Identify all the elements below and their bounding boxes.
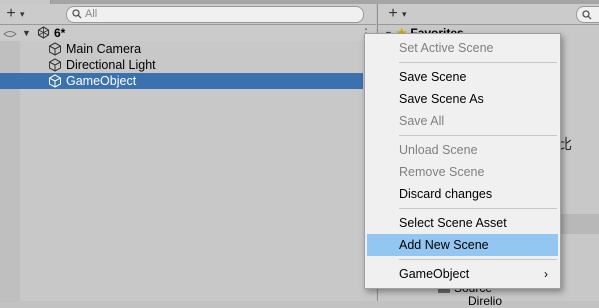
menu-item-set-active-scene[interactable]: Set Active Scene <box>367 37 558 59</box>
project-toolbar: + ▾ <box>378 4 599 25</box>
cube-icon <box>48 42 62 56</box>
scene-title: 6* <box>54 26 66 40</box>
menu-item-save-scene[interactable]: Save Scene <box>367 66 558 88</box>
scene-context-menu: Set Active Scene Save Scene Save Scene A… <box>364 33 561 289</box>
expand-arrow-icon[interactable]: ▼ <box>22 26 31 40</box>
hierarchy-item-label: Directional Light <box>66 58 156 72</box>
chevron-right-icon: › <box>544 267 548 281</box>
hierarchy-item[interactable]: Main Camera <box>0 41 363 57</box>
menu-item-save-all[interactable]: Save All <box>367 110 558 132</box>
menu-item-gameobject[interactable]: GameObject › <box>367 263 558 285</box>
chevron-down-icon[interactable]: ▾ <box>402 6 412 22</box>
menu-item-select-scene-asset[interactable]: Select Scene Asset <box>367 212 558 234</box>
search-placeholder: All <box>85 8 98 20</box>
menu-item-save-scene-as[interactable]: Save Scene As <box>367 88 558 110</box>
menu-item-gameobject-label: GameObject <box>399 267 470 281</box>
cube-icon <box>48 74 62 88</box>
scene-visibility-icons <box>3 28 17 38</box>
hierarchy-toolbar: + ▾ All <box>0 4 376 25</box>
chevron-down-icon[interactable]: ▾ <box>20 6 30 22</box>
project-search-input[interactable] <box>576 6 599 23</box>
hierarchy-item-label: Main Camera <box>66 42 142 56</box>
menu-item-add-new-scene[interactable]: Add New Scene <box>367 234 558 256</box>
menu-item-remove-scene[interactable]: Remove Scene <box>367 161 558 183</box>
hierarchy-item-selected[interactable]: GameObject <box>0 73 363 89</box>
cube-icon <box>48 58 62 72</box>
hierarchy-item-label: GameObject <box>66 74 137 88</box>
scene-header[interactable]: ▼ 6* ⋮ <box>0 25 376 41</box>
search-icon <box>582 9 592 23</box>
menu-separator <box>399 259 557 260</box>
hierarchy-panel: + ▾ All ▼ 6* ⋮ Main Camera Directional L… <box>0 4 376 301</box>
menu-separator <box>399 62 557 63</box>
menu-separator <box>399 135 557 136</box>
create-button[interactable]: + <box>382 6 404 22</box>
hierarchy-search-input[interactable]: All <box>66 6 364 23</box>
folder-child[interactable]: Direlio <box>468 295 502 307</box>
menu-separator <box>399 208 557 209</box>
folder-child-label: Direlio <box>468 294 503 308</box>
menu-item-unload-scene[interactable]: Unload Scene <box>367 139 558 161</box>
unity-scene-icon <box>36 26 50 40</box>
menu-item-discard-changes[interactable]: Discard changes <box>367 183 558 205</box>
create-button[interactable]: + <box>0 6 22 22</box>
search-icon <box>72 7 82 24</box>
hierarchy-item[interactable]: Directional Light <box>0 57 363 73</box>
